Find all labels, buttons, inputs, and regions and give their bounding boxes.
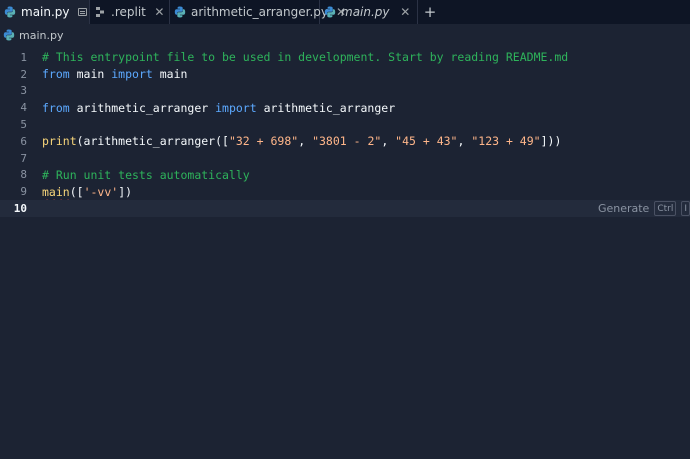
tab-bar: main.py .replit ✕ arithmetic_arranger.py… xyxy=(0,0,690,24)
code-text: from arithmetic_arranger import arithmet… xyxy=(42,101,395,115)
tab-main-py-preview[interactable]: main.py ✕ xyxy=(320,0,418,24)
code-editor[interactable]: 1 # This entrypoint file to be used in d… xyxy=(0,49,690,459)
line-number: 2 xyxy=(20,67,27,81)
code-text: # This entrypoint file to be used in dev… xyxy=(42,50,568,64)
line-number: 6 xyxy=(20,134,27,148)
line-number: 5 xyxy=(20,118,27,132)
keyword-token: import xyxy=(215,100,257,115)
string-token: "32 + 698" xyxy=(228,134,299,149)
string-token: "45 + 43" xyxy=(395,134,458,149)
code-text: # Run unit tests automatically xyxy=(42,168,250,182)
keyword-token: import xyxy=(111,67,153,82)
identifier-token: main xyxy=(152,67,188,82)
shortcut-key: Ctrl xyxy=(654,201,677,217)
identifier-token: main xyxy=(69,67,112,82)
string-token: "3801 - 2" xyxy=(312,134,382,149)
close-icon[interactable]: ✕ xyxy=(398,4,413,20)
close-icon[interactable]: ✕ xyxy=(154,4,165,20)
keyword-token: from xyxy=(42,100,70,115)
tab-label: arithmetic_arranger.py xyxy=(191,5,328,19)
code-line[interactable]: 6 print(arithmetic_arranger(["32 + 698",… xyxy=(0,133,690,150)
function-token: main xyxy=(42,184,70,199)
identifier-token: arithmetic_arranger xyxy=(69,100,216,115)
tab-main-py[interactable]: main.py xyxy=(0,0,90,24)
punct-token: , xyxy=(381,134,396,149)
keyword-token: from xyxy=(42,67,70,82)
line-number: 3 xyxy=(20,84,27,98)
line-number: 8 xyxy=(20,168,27,182)
code-line[interactable]: 8 # Run unit tests automatically xyxy=(0,167,690,184)
string-token: '-vv' xyxy=(83,184,119,199)
code-text: print(arithmetic_arranger(["32 + 698", "… xyxy=(42,134,561,148)
line-number: 1 xyxy=(20,50,27,64)
code-line-current[interactable]: 10 Generate Ctrl I xyxy=(0,200,690,217)
line-number: 10 xyxy=(13,202,27,216)
code-line[interactable]: 5 xyxy=(0,116,690,133)
code-text: main(['-vv']) xyxy=(42,185,132,199)
identifier-token: arithmetic_arranger xyxy=(256,100,396,115)
generate-hint[interactable]: Generate Ctrl I xyxy=(598,200,690,217)
generate-label: Generate xyxy=(597,202,650,216)
breadcrumb-file[interactable]: main.py xyxy=(19,29,63,42)
python-icon xyxy=(324,6,336,18)
line-number: 9 xyxy=(20,185,27,199)
line-number: 7 xyxy=(20,151,27,165)
comment-token: # This entrypoint file to be used in dev… xyxy=(42,50,569,65)
shortcut-key: I xyxy=(681,201,690,217)
string-token: "123 + 49" xyxy=(471,134,541,149)
breadcrumb: main.py xyxy=(0,24,690,46)
python-icon xyxy=(3,29,15,41)
tab-label: main.py xyxy=(21,5,70,19)
python-icon xyxy=(4,6,16,18)
tab-arithmetic-arranger-py[interactable]: arithmetic_arranger.py ✕ xyxy=(170,0,346,24)
punct-token: ])) xyxy=(540,134,562,149)
punct-token: ]) xyxy=(118,184,133,199)
code-line[interactable]: 1 # This entrypoint file to be used in d… xyxy=(0,49,690,66)
tab-replit[interactable]: .replit ✕ xyxy=(90,0,170,24)
identifier-token: (arithmetic_arranger([ xyxy=(76,134,229,149)
code-line[interactable]: 7 xyxy=(0,150,690,167)
comment-token: # Run unit tests automatically xyxy=(42,167,250,182)
tab-label: main.py xyxy=(341,5,390,19)
function-token: print xyxy=(42,134,77,149)
code-line[interactable]: 3 xyxy=(0,83,690,100)
line-number: 4 xyxy=(20,101,27,115)
code-text: from main import main xyxy=(42,67,187,81)
add-tab-button[interactable]: + xyxy=(418,0,442,24)
punct-token: , xyxy=(457,134,472,149)
tab-label: .replit xyxy=(111,5,146,19)
code-line[interactable]: 2 from main import main xyxy=(0,66,690,83)
tab-menu-icon[interactable] xyxy=(77,4,87,20)
replit-config-icon xyxy=(94,6,106,18)
code-line[interactable]: 9 main(['-vv']) xyxy=(0,183,690,200)
code-line[interactable]: 4 from arithmetic_arranger import arithm… xyxy=(0,99,690,116)
punct-token: , xyxy=(298,134,313,149)
punct-token: ([ xyxy=(69,184,84,199)
python-icon xyxy=(174,6,186,18)
